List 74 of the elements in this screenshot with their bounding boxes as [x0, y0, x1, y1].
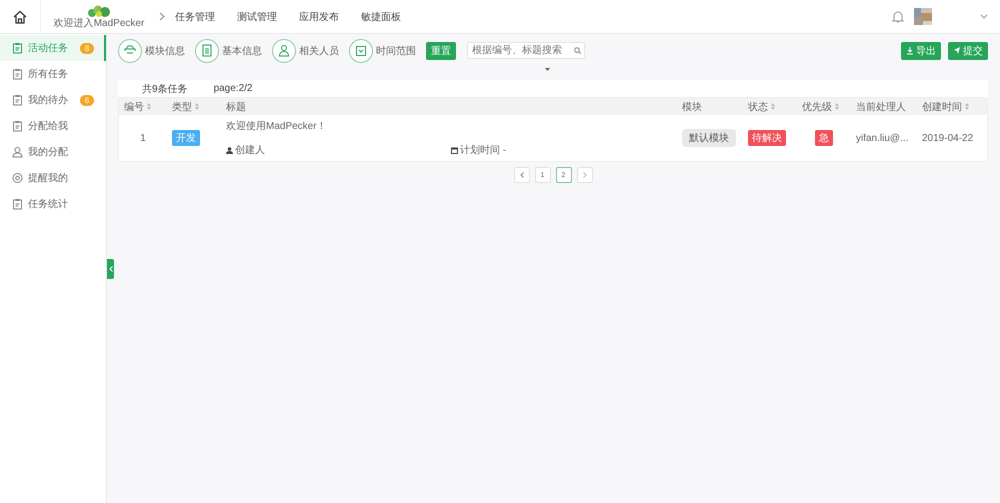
sidebar-item-label: 提醒我的	[28, 172, 68, 185]
nav-link[interactable]: 任务管理	[175, 10, 215, 24]
person-icon	[272, 38, 296, 62]
clipboard-icon	[12, 68, 23, 80]
sort-icon	[965, 103, 969, 110]
plan-time: 计划时间 -	[460, 144, 506, 157]
sidebar-item[interactable]: 任务统计	[0, 191, 106, 217]
filter-button[interactable]: 相关人员	[272, 38, 339, 62]
sidebar-item-label: 我的分配	[28, 146, 68, 159]
reset-button[interactable]: 重置	[426, 42, 456, 60]
action-button[interactable]: 导出	[901, 42, 941, 60]
download-icon	[906, 46, 914, 55]
action-button[interactable]: 提交	[948, 42, 988, 60]
send-icon	[953, 46, 961, 55]
person-icon	[12, 146, 23, 158]
clipboard-icon	[12, 94, 23, 106]
sort-icon	[835, 103, 839, 110]
sidebar-item-label: 我的待办	[28, 94, 68, 107]
type-tag: 开发	[172, 130, 200, 146]
chevron-right-icon	[582, 172, 586, 178]
nav-link[interactable]: 应用发布	[299, 10, 339, 24]
next-page-button[interactable]	[576, 167, 592, 183]
sidebar-item[interactable]: 我的待办 6	[0, 87, 106, 113]
count-badge: 6	[80, 94, 94, 106]
task-title[interactable]: 欢迎使用MadPecker！	[226, 119, 672, 133]
sidebar-item[interactable]: 所有任务	[0, 61, 106, 87]
creator-label: 创建人	[235, 144, 265, 157]
sidebar-item[interactable]: 分配给我	[0, 113, 106, 139]
table-cell: yifan.liu@...	[856, 132, 908, 144]
table-cell: 2019-04-22	[922, 132, 974, 144]
status-tag: 待解决	[748, 130, 786, 146]
person-icon	[226, 146, 233, 154]
calendar-icon	[349, 38, 373, 62]
sidebar-item-label: 任务统计	[28, 198, 68, 211]
sidebar-item[interactable]: 我的分配	[0, 139, 106, 165]
chevron-right-icon	[159, 12, 165, 21]
clipboard-icon	[12, 42, 23, 54]
bell-icon[interactable]	[892, 10, 904, 23]
column-header: 标题	[226, 102, 246, 112]
filter-button[interactable]: 时间范围	[349, 38, 416, 62]
home-icon[interactable]	[13, 10, 27, 24]
module-tag: 默认模块	[682, 129, 736, 147]
nav-link[interactable]: 敏捷面板	[361, 10, 401, 24]
sort-icon	[147, 103, 151, 110]
caret-down-icon[interactable]	[545, 68, 550, 71]
sidebar-item-label: 活动任务	[28, 42, 68, 55]
page-indicator: page:2/2	[214, 83, 252, 94]
prev-page-button[interactable]	[514, 167, 530, 183]
logo-icon	[86, 4, 112, 18]
document-icon	[195, 38, 219, 62]
priority-tag: 急	[815, 130, 833, 146]
caret-down-icon[interactable]	[980, 14, 988, 19]
logo-caption: 欢迎进入MadPecker	[54, 18, 144, 28]
sidebar-item[interactable]: 提醒我的	[0, 165, 106, 191]
nav-link[interactable]: 测试管理	[237, 10, 277, 24]
filter-button[interactable]: 模块信息	[118, 38, 185, 62]
search-icon	[574, 47, 581, 54]
sort-icon	[195, 103, 199, 110]
column-header: 当前处理人	[856, 102, 906, 112]
collapse-handle[interactable]	[107, 259, 114, 279]
search-field[interactable]: 根据编号、标题搜索	[467, 42, 585, 59]
clipboard-icon	[12, 120, 23, 132]
column-header: 模块	[682, 102, 702, 112]
task-count: 共9条任务	[142, 82, 188, 96]
sidebar-item-label: 所有任务	[28, 68, 68, 81]
calendar-icon	[451, 146, 458, 154]
filter-button[interactable]: 基本信息	[195, 38, 262, 62]
count-badge: 8	[80, 42, 94, 54]
chevron-left-icon	[520, 172, 524, 178]
sidebar-item[interactable]: 活动任务 8	[0, 35, 106, 61]
sidebar-item-label: 分配给我	[28, 120, 68, 133]
sort-icon	[771, 103, 775, 110]
clipboard-icon	[12, 198, 23, 210]
table-cell: 1	[140, 132, 146, 144]
